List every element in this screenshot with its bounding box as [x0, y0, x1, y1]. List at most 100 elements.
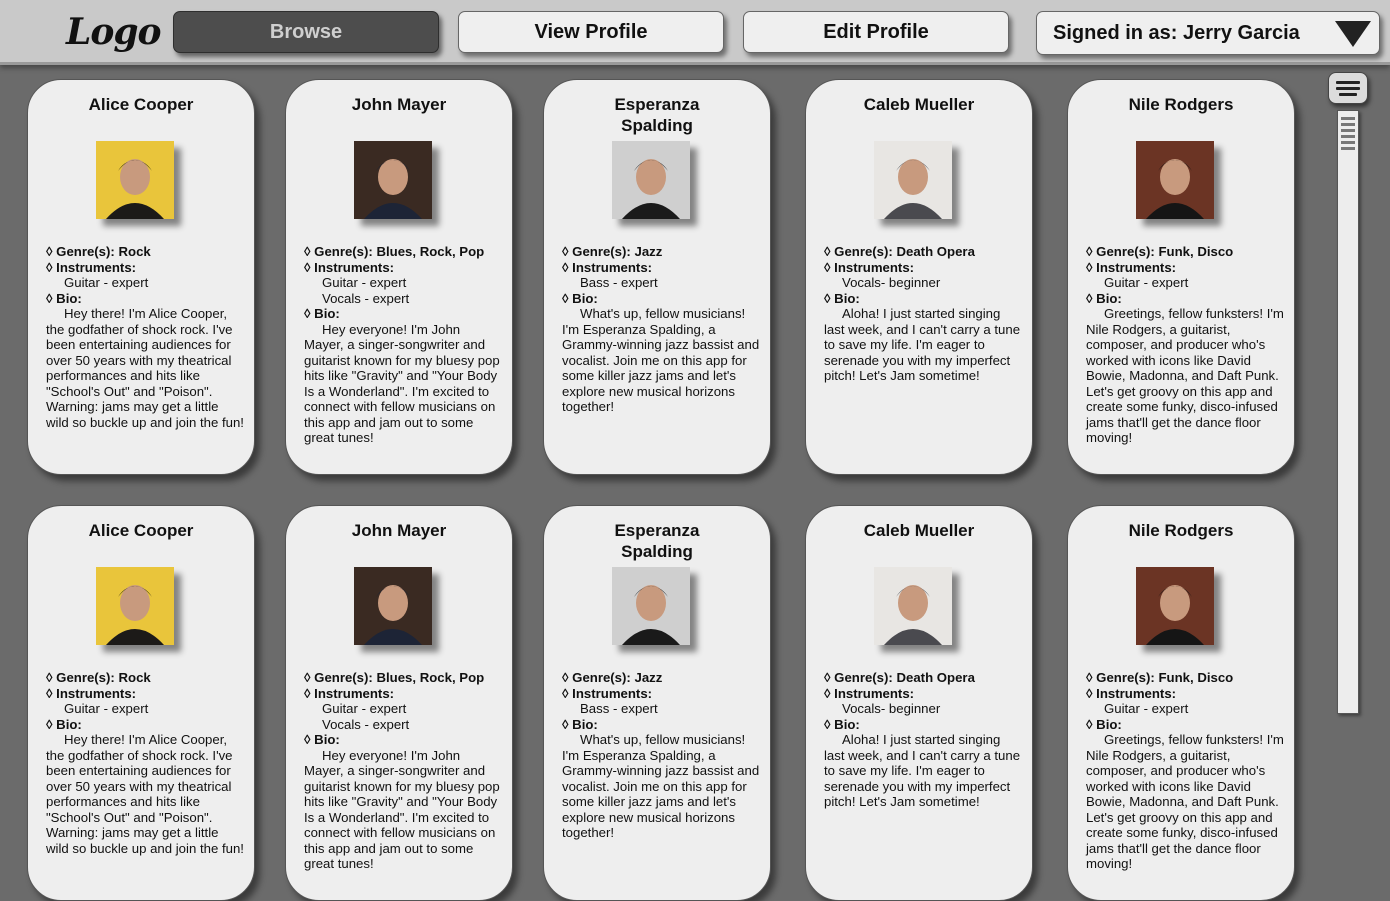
hamburger-menu-icon[interactable]	[1328, 72, 1368, 104]
musician-name: John Mayer	[351, 95, 447, 114]
bio-label: ◊ Bio:	[1086, 290, 1122, 306]
edit-profile-button[interactable]: Edit Profile	[743, 11, 1009, 53]
bio-label: ◊ Bio:	[824, 290, 860, 306]
genres-label: ◊ Genre(s):	[824, 670, 893, 685]
musician-photo	[612, 141, 690, 219]
musician-card[interactable]: Alice Cooper ◊ Genre(s): Rock ◊ Instrume…	[27, 79, 255, 475]
musician-photo	[874, 567, 952, 645]
musician-info: ◊ Genre(s): Death Opera ◊ Instruments: V…	[824, 670, 1022, 810]
musician-card[interactable]: Nile Rodgers ◊ Genre(s): Funk, Disco ◊ I…	[1067, 505, 1295, 901]
bio-text: Greetings, fellow funksters! I'm Nile Ro…	[1086, 732, 1284, 871]
instruments-label: ◊ Instruments:	[1086, 259, 1177, 275]
genres-value: Blues, Rock, Pop	[376, 244, 485, 259]
genres-value: Rock	[118, 670, 151, 685]
instrument-item: Guitar - expert	[322, 701, 407, 716]
musician-name: Caleb Mueller	[863, 521, 975, 540]
bio-text: Hey there! I'm Alice Cooper, the godfath…	[46, 732, 244, 856]
musician-info: ◊ Genre(s): Rock ◊ Instruments: Guitar -…	[46, 670, 244, 856]
logo[interactable]: Logo	[66, 11, 162, 53]
musician-info: ◊ Genre(s): Funk, Disco ◊ Instruments: G…	[1086, 670, 1284, 872]
bio-text: Aloha! I just started singing last week,…	[824, 306, 1021, 383]
musician-name: Caleb Mueller	[863, 95, 975, 114]
instrument-item: Vocals- beginner	[842, 275, 941, 290]
musician-card[interactable]: Caleb Mueller ◊ Genre(s): Death Opera ◊ …	[805, 79, 1033, 475]
musician-info: ◊ Genre(s): Death Opera ◊ Instruments: V…	[824, 244, 1022, 384]
bio-label: ◊ Bio:	[46, 290, 82, 306]
bio-text: Hey there! I'm Alice Cooper, the godfath…	[46, 306, 244, 430]
musician-name: Nile Rodgers	[1128, 95, 1234, 114]
genres-label: ◊ Genre(s):	[46, 670, 115, 685]
musician-photo	[354, 567, 432, 645]
instrument-item: Bass - expert	[580, 701, 658, 716]
bio-text: Hey everyone! I'm John Mayer, a singer-s…	[304, 747, 500, 872]
instruments-label: ◊ Instruments:	[46, 685, 137, 701]
musician-info: ◊ Genre(s): Funk, Disco ◊ Instruments: G…	[1086, 244, 1284, 446]
musician-name: Alice Cooper	[88, 521, 194, 540]
musician-info: ◊ Genre(s): Jazz ◊ Instruments: Bass - e…	[562, 670, 760, 841]
bio-text: What's up, fellow musicians! I'm Esperan…	[562, 306, 760, 414]
bio-text: Hey everyone! I'm John Mayer, a singer-s…	[304, 321, 500, 446]
genres-label: ◊ Genre(s):	[304, 244, 373, 259]
genres-label: ◊ Genre(s):	[46, 244, 115, 259]
genres-value: Death Opera	[896, 244, 975, 259]
musician-photo	[874, 141, 952, 219]
instrument-item: Vocals - expert	[322, 716, 410, 732]
instruments-label: ◊ Instruments:	[304, 685, 395, 701]
musician-info: ◊ Genre(s): Rock ◊ Instruments: Guitar -…	[46, 244, 244, 430]
bio-label: ◊ Bio:	[562, 716, 598, 732]
genres-value: Funk, Disco	[1158, 670, 1234, 685]
instruments-label: ◊ Instruments:	[562, 685, 653, 701]
bio-label: ◊ Bio:	[824, 716, 860, 732]
instrument-item: Vocals - expert	[322, 290, 410, 306]
instrument-item: Guitar - expert	[64, 701, 149, 716]
instrument-item: Vocals- beginner	[842, 701, 941, 716]
musician-photo	[612, 567, 690, 645]
instrument-item: Guitar - expert	[1104, 701, 1189, 716]
instrument-item: Bass - expert	[580, 275, 658, 290]
musician-card[interactable]: John Mayer ◊ Genre(s): Blues, Rock, Pop …	[285, 505, 513, 901]
genres-label: ◊ Genre(s):	[304, 670, 373, 685]
instrument-item: Guitar - expert	[64, 275, 149, 290]
musician-photo	[96, 567, 174, 645]
scrollbar[interactable]	[1337, 110, 1359, 714]
musician-card[interactable]: John Mayer ◊ Genre(s): Blues, Rock, Pop …	[285, 79, 513, 475]
bio-label: ◊ Bio:	[562, 290, 598, 306]
browse-button[interactable]: Browse	[173, 11, 439, 53]
musician-info: ◊ Genre(s): Jazz ◊ Instruments: Bass - e…	[562, 244, 760, 415]
genres-value: Jazz	[634, 244, 663, 259]
musician-photo	[1136, 567, 1214, 645]
musician-name: Esperanza Spalding	[614, 95, 700, 135]
musician-info: ◊ Genre(s): Blues, Rock, Pop ◊ Instrumen…	[304, 244, 502, 446]
musician-name: John Mayer	[351, 521, 447, 540]
musician-photo	[96, 141, 174, 219]
musician-name: Nile Rodgers	[1128, 521, 1234, 540]
top-bar: Logo Browse View Profile Edit Profile Si…	[0, 0, 1390, 65]
instrument-item: Guitar - expert	[322, 275, 407, 290]
bio-label: ◊ Bio:	[304, 732, 340, 747]
musician-card[interactable]: Esperanza Spalding ◊ Genre(s): Jazz ◊ In…	[543, 505, 771, 901]
instruments-label: ◊ Instruments:	[46, 259, 137, 275]
musician-photo	[354, 141, 432, 219]
instruments-label: ◊ Instruments:	[304, 259, 395, 275]
genres-value: Funk, Disco	[1158, 244, 1234, 259]
musician-name: Esperanza Spalding	[614, 521, 700, 561]
instruments-label: ◊ Instruments:	[562, 259, 653, 275]
genres-label: ◊ Genre(s):	[1086, 244, 1155, 259]
account-dropdown[interactable]: Signed in as: Jerry Garcia	[1036, 11, 1380, 55]
bio-text: What's up, fellow musicians! I'm Esperan…	[562, 732, 760, 840]
genres-value: Rock	[118, 244, 151, 259]
genres-label: ◊ Genre(s):	[824, 244, 893, 259]
genres-value: Blues, Rock, Pop	[376, 670, 485, 685]
instruments-label: ◊ Instruments:	[1086, 685, 1177, 701]
view-profile-button[interactable]: View Profile	[458, 11, 724, 53]
genres-label: ◊ Genre(s):	[562, 670, 631, 685]
musician-card[interactable]: Esperanza Spalding ◊ Genre(s): Jazz ◊ In…	[543, 79, 771, 475]
musician-card[interactable]: Caleb Mueller ◊ Genre(s): Death Opera ◊ …	[805, 505, 1033, 901]
musician-card[interactable]: Alice Cooper ◊ Genre(s): Rock ◊ Instrume…	[27, 505, 255, 901]
bio-text: Greetings, fellow funksters! I'm Nile Ro…	[1086, 306, 1284, 445]
instruments-label: ◊ Instruments:	[824, 685, 915, 701]
musician-card[interactable]: Nile Rodgers ◊ Genre(s): Funk, Disco ◊ I…	[1067, 79, 1295, 475]
genres-label: ◊ Genre(s):	[1086, 670, 1155, 685]
triangle-down-icon[interactable]	[1335, 21, 1371, 47]
bio-label: ◊ Bio:	[46, 716, 82, 732]
